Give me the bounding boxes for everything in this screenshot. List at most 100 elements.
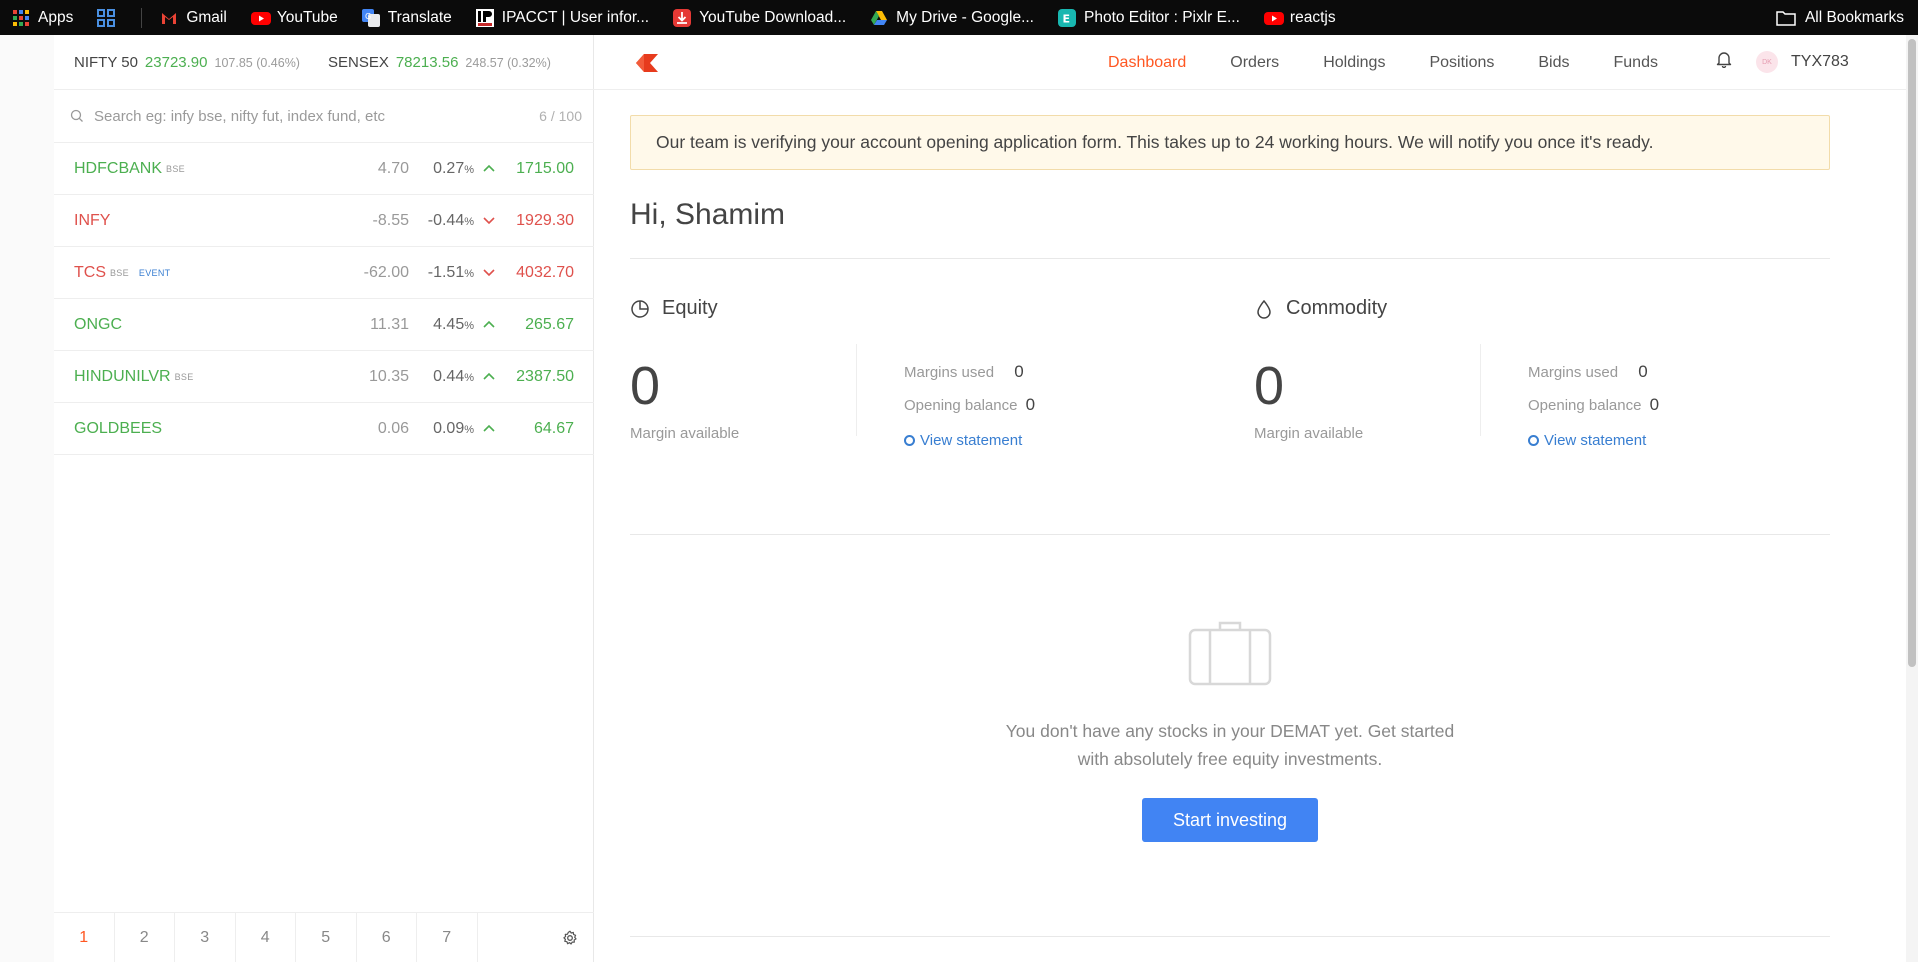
svg-text:E: E — [1062, 12, 1070, 25]
watchlist-page-tab[interactable]: 3 — [175, 913, 236, 962]
table-row[interactable]: GOLDBEES 0.06 0.09% 64.67 — [54, 403, 594, 455]
bell-icon[interactable] — [1716, 50, 1732, 73]
nav-funds[interactable]: Funds — [1614, 54, 1658, 72]
nav-holdings[interactable]: Holdings — [1323, 54, 1385, 72]
briefcase-icon — [1188, 620, 1272, 691]
watchlist-settings-button[interactable] — [478, 913, 595, 962]
watchlist-pagination: 1234567 — [54, 912, 594, 962]
bookmark-translate[interactable]: G Translate — [350, 0, 464, 35]
table-row[interactable]: TCS BSE EVENT -62.00 -1.51% 4032.70 — [54, 247, 594, 299]
watchlist-page-tab[interactable]: 5 — [296, 913, 357, 962]
start-investing-button[interactable]: Start investing — [1142, 798, 1318, 842]
index-nifty[interactable]: NIFTY 50 23723.90 107.85 (0.46%) — [74, 54, 300, 71]
commodity-view-statement-link[interactable]: View statement — [1528, 432, 1646, 449]
percent-value: -0.44 — [427, 211, 465, 229]
page-scrollbar[interactable] — [1906, 35, 1918, 962]
kite-logo-icon[interactable] — [630, 54, 658, 77]
instrument-percent: 0.27% — [433, 160, 474, 178]
all-bookmarks-label: All Bookmarks — [1804, 8, 1904, 26]
commodity-section: Commodity 0 Margin available Margins use… — [1254, 297, 1854, 467]
bookmark-ipacct[interactable]: IPACCT | User infor... — [464, 0, 661, 35]
translate-icon: G — [361, 8, 380, 27]
percent-value: -1.51 — [427, 263, 465, 281]
bookmark-google-drive[interactable]: My Drive - Google... — [858, 0, 1046, 35]
index-value: 78213.56 — [395, 53, 459, 71]
bookmark-gmail[interactable]: Gmail — [148, 0, 238, 35]
instrument-name: HINDUNILVR BSE — [74, 368, 194, 386]
table-row[interactable]: HDFCBANK BSE 4.70 0.27% 1715.00 — [54, 143, 594, 195]
instrument-ltp: 1929.30 — [516, 211, 574, 229]
chevron-up-icon — [482, 161, 496, 179]
percent-value: 0.27 — [433, 159, 465, 177]
percent-sign: % — [464, 163, 474, 176]
chevron-up-icon — [482, 421, 496, 439]
commodity-header: Commodity — [1254, 297, 1854, 320]
all-bookmarks-button[interactable]: All Bookmarks — [1776, 0, 1904, 35]
bookmark-label: Translate — [387, 8, 452, 26]
opening-balance-label: Opening balance — [904, 397, 1018, 414]
equity-title: Equity — [662, 297, 718, 319]
bookmarks-bar: Apps Gmail YouTube G Translate IPACCT | … — [0, 0, 1918, 35]
nav-dashboard[interactable]: Dashboard — [1108, 54, 1186, 72]
instrument-change: -8.55 — [372, 211, 409, 229]
divider — [1480, 344, 1481, 436]
instrument-symbol: HINDUNILVR — [74, 367, 171, 385]
equity-margin-available-label: Margin available — [630, 425, 740, 442]
equity-opening-balance: Opening balance 0 — [904, 395, 1035, 415]
avatar[interactable]: DK — [1756, 51, 1778, 73]
watchlist-page-tab[interactable]: 1 — [54, 913, 115, 962]
bookmark-pixlr[interactable]: E Photo Editor : Pixlr E... — [1046, 0, 1252, 35]
nav-bids[interactable]: Bids — [1538, 54, 1569, 72]
equity-section: Equity 0 Margin available Margins used 0… — [630, 297, 1230, 467]
bookmark-label: reactjs — [1289, 8, 1336, 26]
watchlist-page-tab[interactable]: 2 — [115, 913, 175, 962]
nav-orders[interactable]: Orders — [1230, 54, 1279, 72]
index-name: SENSEX — [327, 53, 389, 71]
table-row[interactable]: INFY -8.55 -0.44% 1929.30 — [54, 195, 594, 247]
market-indices: NIFTY 50 23723.90 107.85 (0.46%) SENSEX … — [54, 35, 594, 90]
watchlist: HDFCBANK BSE 4.70 0.27% 1715.00 INFY -8.55 -0.4… — [54, 143, 594, 455]
divider — [856, 344, 857, 436]
commodity-margin-available-label: Margin available — [1254, 425, 1364, 442]
chevron-down-icon — [482, 265, 496, 283]
instrument-percent: 4.45% — [433, 316, 474, 334]
download-icon — [673, 8, 692, 27]
exchange-badge: BSE — [166, 163, 185, 174]
index-name: NIFTY 50 — [74, 53, 138, 71]
instrument-name: INFY — [74, 212, 110, 230]
percent-value: 0.44 — [433, 367, 465, 385]
bookmark-reactjs[interactable]: reactjs — [1252, 0, 1348, 35]
gmail-icon — [160, 9, 178, 27]
watchlist-page-tab[interactable]: 7 — [417, 913, 478, 962]
nav-positions[interactable]: Positions — [1429, 54, 1494, 72]
watchlist-page-tab[interactable]: 4 — [236, 913, 296, 962]
left-gutter — [0, 35, 54, 962]
bookmark-tab-group[interactable] — [85, 0, 135, 35]
instrument-name: GOLDBEES — [74, 420, 162, 438]
instrument-ltp: 4032.70 — [516, 263, 574, 281]
equity-view-statement-link[interactable]: View statement — [904, 432, 1022, 449]
user-id[interactable]: TYX783 — [1791, 53, 1849, 71]
scrollbar-thumb[interactable] — [1908, 39, 1916, 667]
bookmark-youtube[interactable]: YouTube — [239, 0, 350, 35]
bookmark-apps[interactable]: Apps — [0, 0, 85, 35]
bookmark-youtube-download[interactable]: YouTube Download... — [661, 0, 858, 35]
view-statement-label: View statement — [1544, 432, 1647, 449]
table-row[interactable]: ONGC 11.31 4.45% 265.67 — [54, 299, 594, 351]
opening-balance-value: 0 — [1025, 395, 1036, 414]
search-input[interactable] — [94, 107, 540, 125]
index-change: 107.85 (0.46%) — [214, 55, 300, 70]
index-sensex[interactable]: SENSEX 78213.56 248.57 (0.32%) — [328, 54, 551, 71]
youtube-icon — [1263, 9, 1284, 27]
percent-sign: % — [464, 215, 474, 228]
watchlist-page-tab[interactable]: 6 — [357, 913, 417, 962]
youtube-icon — [250, 9, 271, 27]
percent-sign: % — [464, 423, 474, 436]
instrument-name: HDFCBANK BSE — [74, 160, 185, 178]
opening-balance-label: Opening balance — [1528, 397, 1642, 414]
instrument-name: TCS BSE EVENT — [74, 264, 170, 282]
ipacct-icon — [475, 8, 494, 27]
table-row[interactable]: HINDUNILVR BSE 10.35 0.44% 2387.50 — [54, 351, 594, 403]
empty-state-line-1: You don't have any stocks in your DEMAT … — [1005, 721, 1455, 741]
chevron-up-icon — [482, 317, 496, 335]
